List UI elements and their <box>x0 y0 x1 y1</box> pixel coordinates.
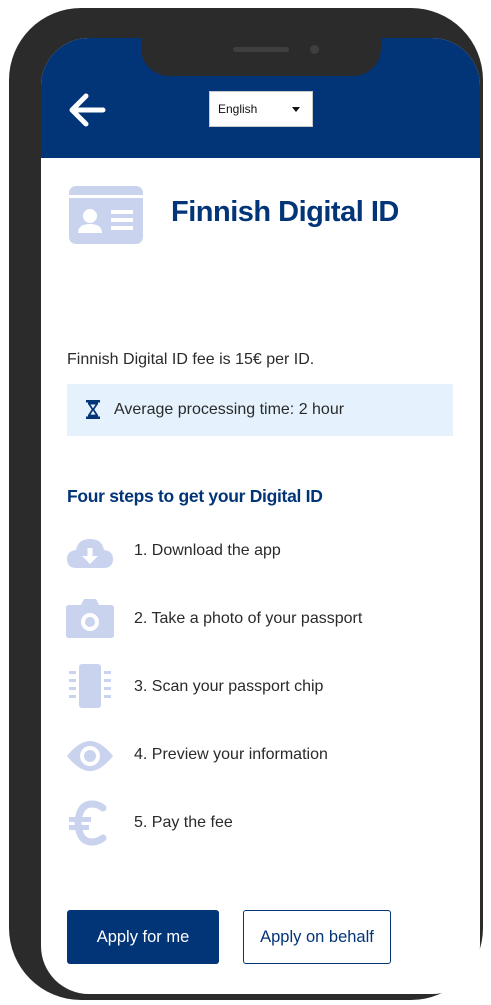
eye-icon <box>67 741 113 771</box>
id-card-icon <box>69 186 143 244</box>
steps-heading: Four steps to get your Digital ID <box>67 486 323 506</box>
cloud-download-icon <box>67 539 113 568</box>
arrow-left-icon <box>69 93 106 127</box>
phone-notch <box>141 38 381 76</box>
phone-frame: English Finnish Digital ID Finnish Digit… <box>9 8 483 1000</box>
app-header: English <box>41 38 480 158</box>
back-button[interactable] <box>67 92 107 128</box>
apply-for-me-button[interactable]: Apply for me <box>67 910 219 964</box>
page-title: Finnish Digital ID <box>171 196 399 228</box>
phone-screen: English Finnish Digital ID Finnish Digit… <box>41 38 480 994</box>
step-label: 2. Take a photo of your passport <box>134 610 363 627</box>
processing-time-text: Average processing time: 2 hour <box>114 401 345 418</box>
language-select[interactable]: English <box>209 91 313 127</box>
language-selected-value: English <box>218 102 258 116</box>
speaker-grille <box>233 47 289 52</box>
apply-on-behalf-button[interactable]: Apply on behalf <box>243 910 391 964</box>
caret-down-icon <box>292 107 300 112</box>
euro-icon <box>69 800 107 846</box>
step-label: 5. Pay the fee <box>134 814 233 831</box>
step-label: 4. Preview your information <box>134 746 328 763</box>
chip-icon <box>69 664 111 708</box>
processing-time-notice: Average processing time: 2 hour <box>67 384 453 436</box>
step-label: 3. Scan your passport chip <box>134 678 324 695</box>
camera-icon <box>66 599 114 638</box>
hourglass-icon <box>86 400 100 419</box>
fee-text: Finnish Digital ID fee is 15€ per ID. <box>67 351 315 368</box>
front-camera <box>310 45 319 54</box>
step-label: 1. Download the app <box>134 542 281 559</box>
